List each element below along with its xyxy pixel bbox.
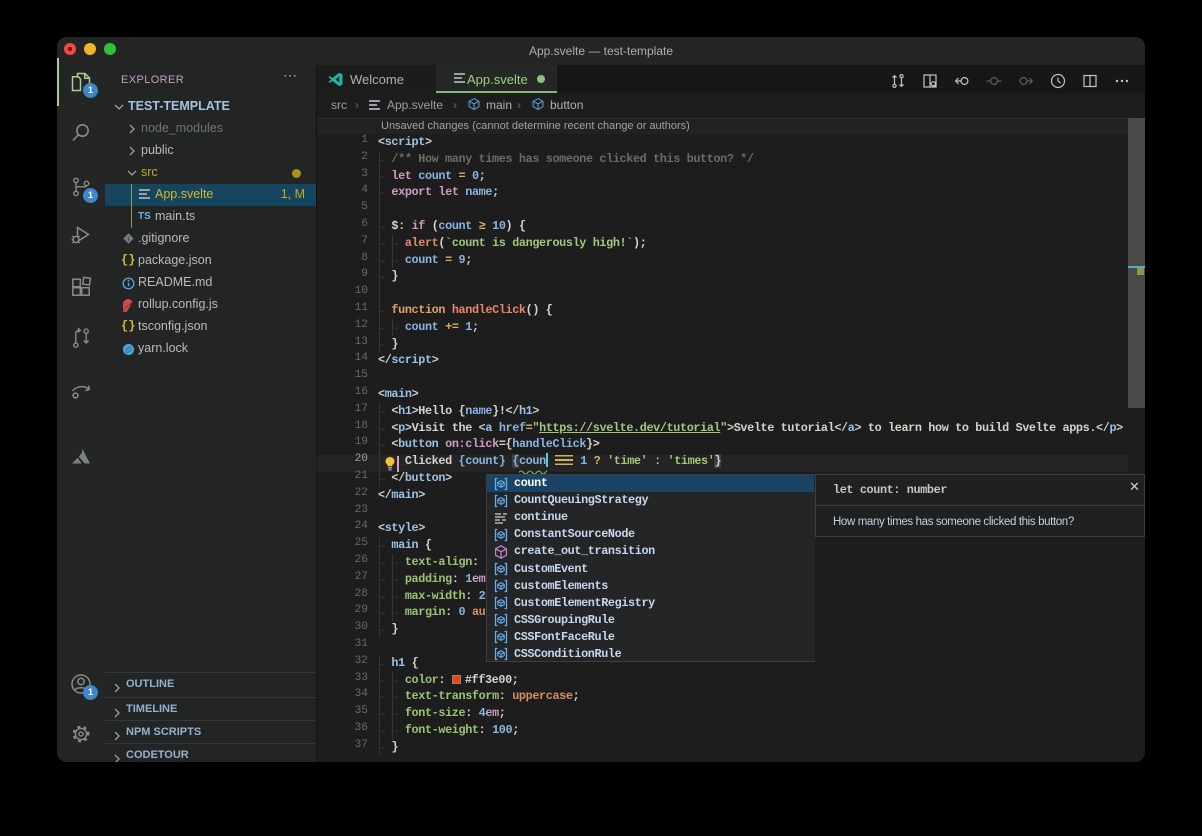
svg-text:i: i xyxy=(128,236,129,243)
